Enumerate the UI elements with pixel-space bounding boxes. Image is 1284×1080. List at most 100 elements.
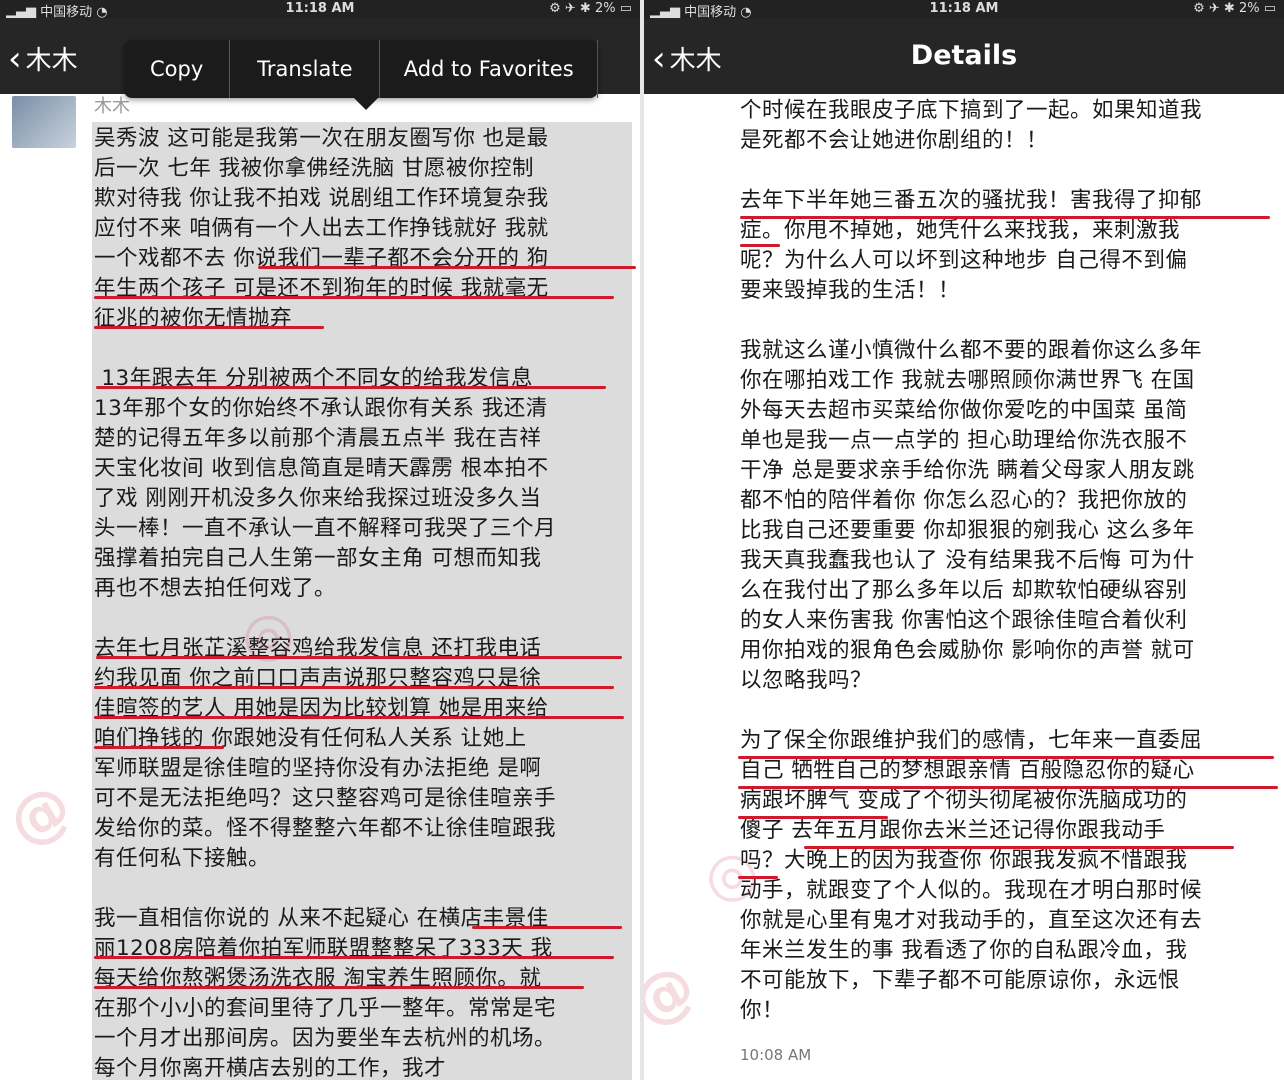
text-line: 有任何私下接触。 (94, 846, 271, 871)
text-line: 自己 牺牲自己的梦想跟亲情 百般隐忍你的疑心 (740, 758, 1195, 783)
avatar[interactable] (12, 96, 76, 148)
underline-mark (94, 326, 324, 329)
text-line: 欺对待我 你让我不拍戏 说剧组工作环境复杂我 (94, 186, 549, 211)
back-button[interactable]: ‹ 木木 (8, 40, 78, 77)
underline-mark (738, 816, 888, 819)
page-title: Details (910, 40, 1018, 71)
text-line: 傻子 去年五月跟你去米兰还记得你跟我动手 (740, 818, 1166, 843)
underline-mark (804, 846, 1234, 849)
underline-mark (96, 386, 606, 389)
menu-item-add-to-favorites[interactable]: Add to Favorites (380, 40, 598, 98)
right-screenshot: ▂▄▆ 中国移动 ◔ 11:18 AM ⚙ ✈ ✱ 2% ▭ ‹ 木木 Deta… (644, 0, 1284, 1080)
underline-mark (740, 216, 1270, 219)
text-line: 病跟坏脾气 变成了个彻头彻尾被你洗脑成功的 (740, 788, 1188, 813)
text-line: 发给你的菜。怪不得整整六年都不让徐佳暄跟我 (94, 816, 557, 841)
underline-mark (738, 786, 1278, 789)
text-line: 干净 总是要求亲手给你洗 瞒着父母家人朋友跳 (740, 458, 1195, 483)
text-line: 13年那个女的你始终不承认跟你有关系 我还清 (94, 396, 548, 421)
menu-item-translate[interactable]: Translate (230, 40, 381, 98)
underline-mark (96, 656, 622, 659)
text-line: 你！ (740, 998, 785, 1023)
paragraph: 去年下半年她三番五次的骚扰我！害我得了抑郁 症。你甩不掉她，她凭什么来找我，来刺激… (740, 186, 1202, 306)
text-line: 在那个小小的套间里待了几乎一整年。常常是宅 (94, 996, 557, 1021)
text-line: 么在我付出了那么多年以后 却欺软怕硬纵容别 (740, 578, 1188, 603)
back-label: 木木 (25, 46, 78, 76)
text-line: 去年七月张芷溪整容鸡给我发信息 还打我电话 (94, 636, 542, 661)
text-line: 要来毁掉我的生活！！ (740, 278, 961, 303)
text-line: 呢？为什么人可以坏到这种地步 自己得不到偏 (740, 248, 1188, 273)
paragraph: 为了保全你跟维护我们的感情，七年来一直委屈 自己 牺牲自己的梦想跟亲情 百般隐忍你… (740, 726, 1202, 1026)
text-line: 军师联盟是徐佳暄的坚持你没有办法拒绝 是啊 (94, 756, 542, 781)
underline-mark (94, 716, 624, 719)
text-line: 单也是我一点一点学的 担心助理给你洗衣服不 (740, 428, 1188, 453)
post-body[interactable]: 个时候在我眼皮子底下搞到了一起。如果知道我 是死都不会让她进你剧组的！！ 去年下半年… (740, 96, 1202, 1056)
underline-mark (94, 686, 614, 689)
text-line: 强撑着拍完自己人生第一部女主角 可想而知我 (94, 546, 542, 571)
paragraph: 13年跟去年 分别被两个不同女的给我发信息 13年那个女的你始终不承认跟你有关系 … (94, 364, 556, 604)
text-line: 征兆的被你无情抛弃 (94, 306, 293, 331)
text-line: 咱们挣钱的 你跟她没有任何私人关系 让她上 (94, 726, 527, 751)
text-line: 每个月你离开横店去别的工作，我才 (94, 1056, 447, 1080)
nav-bar: ‹ 木木 Details (644, 18, 1284, 94)
text-line: 个时候在我眼皮子底下搞到了一起。如果知道我 (740, 98, 1203, 123)
text-line: 头一棒！一直不承认一直不解释可我哭了三个月 (94, 516, 557, 541)
paragraph: 去年七月张芷溪整容鸡给我发信息 还打我电话 约我见面 你之前口口声声说那只整容鸡只… (94, 634, 556, 874)
text-line: 一个戏都不去 你说我们一辈子都不会分开的 狗 (94, 246, 549, 271)
text-line: 外每天去超市买菜给你做你爱吃的中国菜 虽简 (740, 398, 1188, 423)
text-line: 吴秀波 这可能是我第一次在朋友圈写你 也是最 (94, 126, 549, 151)
chevron-left-icon: ‹ (8, 38, 22, 79)
paragraph: 个时候在我眼皮子底下搞到了一起。如果知道我 是死都不会让她进你剧组的！！ (740, 96, 1202, 156)
text-line: 应付不来 咱俩有一个人出去工作挣钱就好 我就 (94, 216, 549, 241)
paragraph: 吴秀波 这可能是我第一次在朋友圈写你 也是最 后一次 七年 我被你拿佛经洗脑 甘愿… (94, 124, 556, 334)
underline-mark (94, 986, 584, 989)
text-line: 不可能放下，下辈子都不可能原谅你，永远恨 (740, 968, 1181, 993)
battery-indicator: ⚙ ✈ ✱ 2% ▭ (549, 1, 632, 16)
left-screenshot: ▂▄▆ 中国移动 ◔ 11:18 AM ⚙ ✈ ✱ 2% ▭ ‹ 木木 木木 吴… (0, 0, 640, 1080)
status-bar: ▂▄▆ 中国移动 ◔ 11:18 AM ⚙ ✈ ✱ 2% ▭ (0, 0, 640, 20)
text-line: 以忽略我吗？ (740, 668, 873, 693)
paragraph: 我就这么谨小慎微什么都不要的跟着你这么多年 你在哪拍戏工作 我就去哪照顾你满世界飞… (740, 336, 1202, 696)
text-line: 可不是无法拒绝吗？这只整容鸡可是徐佳暄亲手 (94, 786, 557, 811)
underline-mark (740, 244, 780, 247)
text-line: 我一直相信你说的 从来不起疑心 在横店丰景佳 (94, 906, 549, 931)
context-menu: Copy Translate Add to Favorites (124, 40, 598, 110)
paragraph: 我一直相信你说的 从来不起疑心 在横店丰景佳 丽1208房陪着你拍军师联盟整整呆了… (94, 904, 556, 1080)
underline-mark (472, 926, 622, 929)
text-line: 吗？大晚上的因为我查你 你跟我发疯不惜跟我 (740, 848, 1188, 873)
menu-pointer (354, 98, 378, 110)
text-line: 的女人来伤害我 你害怕这个跟徐佳暄合着伙利 (740, 608, 1188, 633)
text-line: 后一次 七年 我被你拿佛经洗脑 甘愿被你控制 (94, 156, 535, 181)
text-line: 佳暄签的艺人 用她是因为比较划算 她是用来给 (94, 696, 549, 721)
underline-mark (94, 956, 614, 959)
text-line: 楚的记得五年多以前那个清晨五点半 我在吉祥 (94, 426, 542, 451)
menu-item-copy[interactable]: Copy (124, 40, 231, 98)
text-line: 用你拍戏的狠角色会威胁你 影响你的声誉 就可 (740, 638, 1195, 663)
text-line: 我就这么谨小慎微什么都不要的跟着你这么多年 (740, 338, 1203, 363)
text-line: 你就是心里有鬼才对我动手的，直至这次还有去 (740, 908, 1203, 933)
text-line: 动手，就跟变了个人似的。我现在才明白那时候 (740, 878, 1203, 903)
text-line: 你在哪拍戏工作 我就去哪照顾你满世界飞 在国 (740, 368, 1195, 393)
watermark: @ (0, 769, 84, 861)
watermark: @ (644, 949, 708, 1041)
text-line: 去年下半年她三番五次的骚扰我！害我得了抑郁 (740, 188, 1203, 213)
text-line: 约我见面 你之前口口声声说那只整容鸡只是徐 (94, 666, 542, 691)
text-line: 丽1208房陪着你拍军师联盟整整呆了333天 我 (94, 936, 553, 961)
text-line: 一个月才出那间房。因为要坐车去杭州的机场。 (94, 1026, 557, 1051)
underline-mark (94, 746, 224, 749)
clock: 11:18 AM (929, 1, 999, 16)
text-line: 我天真我蠢我也认了 没有结果我不后悔 可为什 (740, 548, 1195, 573)
text-line: 天宝化妆间 收到信息简直是晴天霹雳 根本拍不 (94, 456, 549, 481)
clock: 11:18 AM (285, 1, 355, 16)
battery-indicator: ⚙ ✈ ✱ 2% ▭ (1193, 1, 1276, 16)
timestamp: 10:08 AM (740, 1046, 812, 1064)
text-line: 年米兰发生的事 我看透了你的自私跟冷血，我 (740, 938, 1188, 963)
text-line: 每天给你熬粥煲汤洗衣服 淘宝养生照顾你。就 (94, 966, 542, 991)
underline-mark (94, 296, 614, 299)
text-line: 为了保全你跟维护我们的感情，七年来一直委屈 (740, 728, 1203, 753)
text-line: 再也不想去拍任何戏了。 (94, 576, 337, 601)
text-line: 13年跟去年 分别被两个不同女的给我发信息 (94, 366, 534, 391)
underline-mark (738, 756, 1274, 759)
text-line: 症。你甩不掉她，她凭什么来找我，来刺激我 (740, 218, 1181, 243)
status-bar: ▂▄▆ 中国移动 ◔ 11:18 AM ⚙ ✈ ✱ 2% ▭ (644, 0, 1284, 20)
underline-mark (258, 266, 636, 269)
